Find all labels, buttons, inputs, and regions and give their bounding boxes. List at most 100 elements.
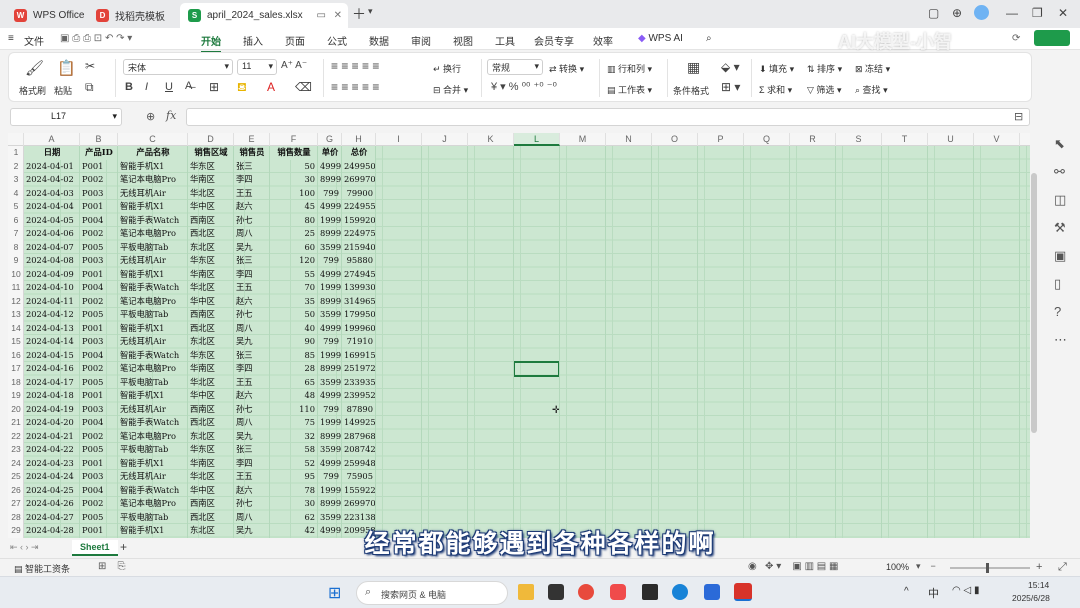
row-header[interactable]: 10 [8,268,24,282]
italic-icon[interactable]: I [145,81,148,93]
column-header-Q[interactable]: Q [744,133,790,146]
table-cell[interactable]: 70 [272,281,317,295]
table-cell[interactable]: 笔记本电脑Pro [120,173,187,187]
table-cell[interactable]: 2024-04-14 [26,335,79,349]
table-cell[interactable]: P001 [82,322,117,336]
row-header[interactable]: 2 [8,160,24,174]
font-name-select[interactable]: 宋体 ▾ [123,59,233,75]
table-cell[interactable]: 无线耳机Air [120,470,187,484]
table-cell[interactable]: 无线耳机Air [120,403,187,417]
table-cell[interactable]: 2024-04-17 [26,376,79,390]
table-cell[interactable]: P005 [82,308,117,322]
table-cell[interactable]: 75905 [344,470,375,484]
table-cell[interactable]: 60 [272,241,317,255]
format-icon[interactable]: ⚯ [1054,164,1065,180]
table-cell[interactable]: 周八 [236,322,269,336]
table-cell[interactable]: P005 [82,241,117,255]
skin-icon[interactable]: ⊕ [952,6,962,20]
maximize-icon[interactable]: ❐ [1032,6,1043,20]
table-cell[interactable]: 智能手表Watch [120,416,187,430]
table-cell[interactable]: 1999 [320,214,341,228]
table-cell[interactable]: 4999 [320,268,341,282]
share-button[interactable] [1034,30,1070,46]
table-cell[interactable]: 159920 [344,214,375,228]
freeze-button[interactable]: ⊠ 冻结 ▾ [855,62,890,75]
table-cell[interactable]: P001 [82,457,117,471]
table-cell[interactable]: 149925 [344,416,375,430]
column-header-S[interactable]: S [836,133,882,146]
table-cell[interactable]: 75 [272,416,317,430]
formula-input[interactable] [186,108,1030,126]
table-cell[interactable]: 3599 [320,376,341,390]
table-cell[interactable]: 80 [272,214,317,228]
help-icon[interactable]: ? [1054,304,1061,319]
header-cell[interactable]: 销售员 [234,146,270,160]
table-cell[interactable]: 269970 [344,497,375,511]
table-cell[interactable]: 2024-04-02 [26,173,79,187]
table-cell[interactable]: 华北区 [190,187,233,201]
table-cell[interactable]: 30 [272,497,317,511]
table-cell[interactable]: 西南区 [190,497,233,511]
row-header[interactable]: 28 [8,511,24,525]
table-cell[interactable]: 周八 [236,227,269,241]
table-cell[interactable]: 2024-04-05 [26,214,79,228]
menu-file[interactable]: 文件 [24,33,44,48]
table-cell[interactable]: 90 [272,335,317,349]
book-icon[interactable]: ▯ [1054,276,1061,292]
table-cell[interactable]: 8999 [320,173,341,187]
vertical-scrollbar[interactable] [1030,133,1038,538]
table-cell[interactable]: 62 [272,511,317,525]
table-cell[interactable]: 李四 [236,268,269,282]
strike-icon[interactable]: A̶ [185,80,192,92]
table-cell[interactable]: 2024-04-03 [26,187,79,201]
table-cell[interactable]: 智能手机X1 [120,322,187,336]
table-cell[interactable]: 224955 [344,200,375,214]
table-cell[interactable]: 55 [272,268,317,282]
table-cell[interactable]: 吴九 [236,241,269,255]
table-cell[interactable]: 2024-04-09 [26,268,79,282]
font-size-select[interactable]: 11 ▾ [237,59,277,75]
table-cell[interactable]: 2024-04-11 [26,295,79,309]
column-header-N[interactable]: N [606,133,652,146]
table-cell[interactable]: 笔记本电脑Pro [120,227,187,241]
table-cell[interactable]: 274945 [344,268,375,282]
font-grow-icon[interactable]: A⁺ A⁻ [281,60,307,71]
rows-cols-button[interactable]: ▥ 行和列 ▾ [607,62,652,75]
row-header[interactable]: 9 [8,254,24,268]
more-icon[interactable]: ⋯ [1054,332,1067,348]
table-cell[interactable]: P003 [82,470,117,484]
table-cell[interactable]: 西北区 [190,416,233,430]
taskbar-search[interactable]: ⌕ 搜索网页 & 电脑 [356,581,508,605]
tab-wps-office[interactable]: W WPS Office [6,3,93,28]
table-cell[interactable]: 智能手机X1 [120,389,187,403]
table-cell[interactable]: 259948 [344,457,375,471]
table-cell[interactable]: 314965 [344,295,375,309]
table-cell[interactable]: 2024-04-27 [26,511,79,525]
image-icon[interactable]: ▣ [1054,248,1066,264]
table-cell[interactable]: 华北区 [190,470,233,484]
table-cell[interactable]: 32 [272,430,317,444]
row-header[interactable]: 29 [8,524,24,538]
table-cell[interactable]: P004 [82,281,117,295]
table-cell[interactable]: 张三 [236,349,269,363]
table-cell[interactable]: 3599 [320,443,341,457]
table-cell[interactable]: 120 [272,254,317,268]
row-header[interactable]: 24 [8,457,24,471]
fullscreen-icon[interactable]: ⤢ [1058,561,1067,574]
table-cell[interactable]: 287968 [344,430,375,444]
merge-button[interactable]: ⊟ 合并 ▾ [433,83,468,96]
column-header-C[interactable]: C [118,133,188,146]
app-icon[interactable] [610,584,626,600]
table-cell[interactable]: 华东区 [190,349,233,363]
format-painter-icon[interactable]: 🖌 [25,59,44,77]
table-cell[interactable]: 251972 [344,362,375,376]
scrollbar-thumb[interactable] [1031,173,1037,433]
table-cell[interactable]: 45 [272,200,317,214]
table-cell[interactable]: 1999 [320,281,341,295]
avatar[interactable] [974,5,989,20]
table-cell[interactable]: 周八 [236,511,269,525]
name-box[interactable]: L17 ▾ [10,108,122,126]
menu-efficiency[interactable]: 效率 [593,33,613,48]
align-left-icon[interactable]: ≡ ≡ ≡ ≡ ≡ [331,80,379,94]
table-cell[interactable]: 4999 [320,160,341,174]
